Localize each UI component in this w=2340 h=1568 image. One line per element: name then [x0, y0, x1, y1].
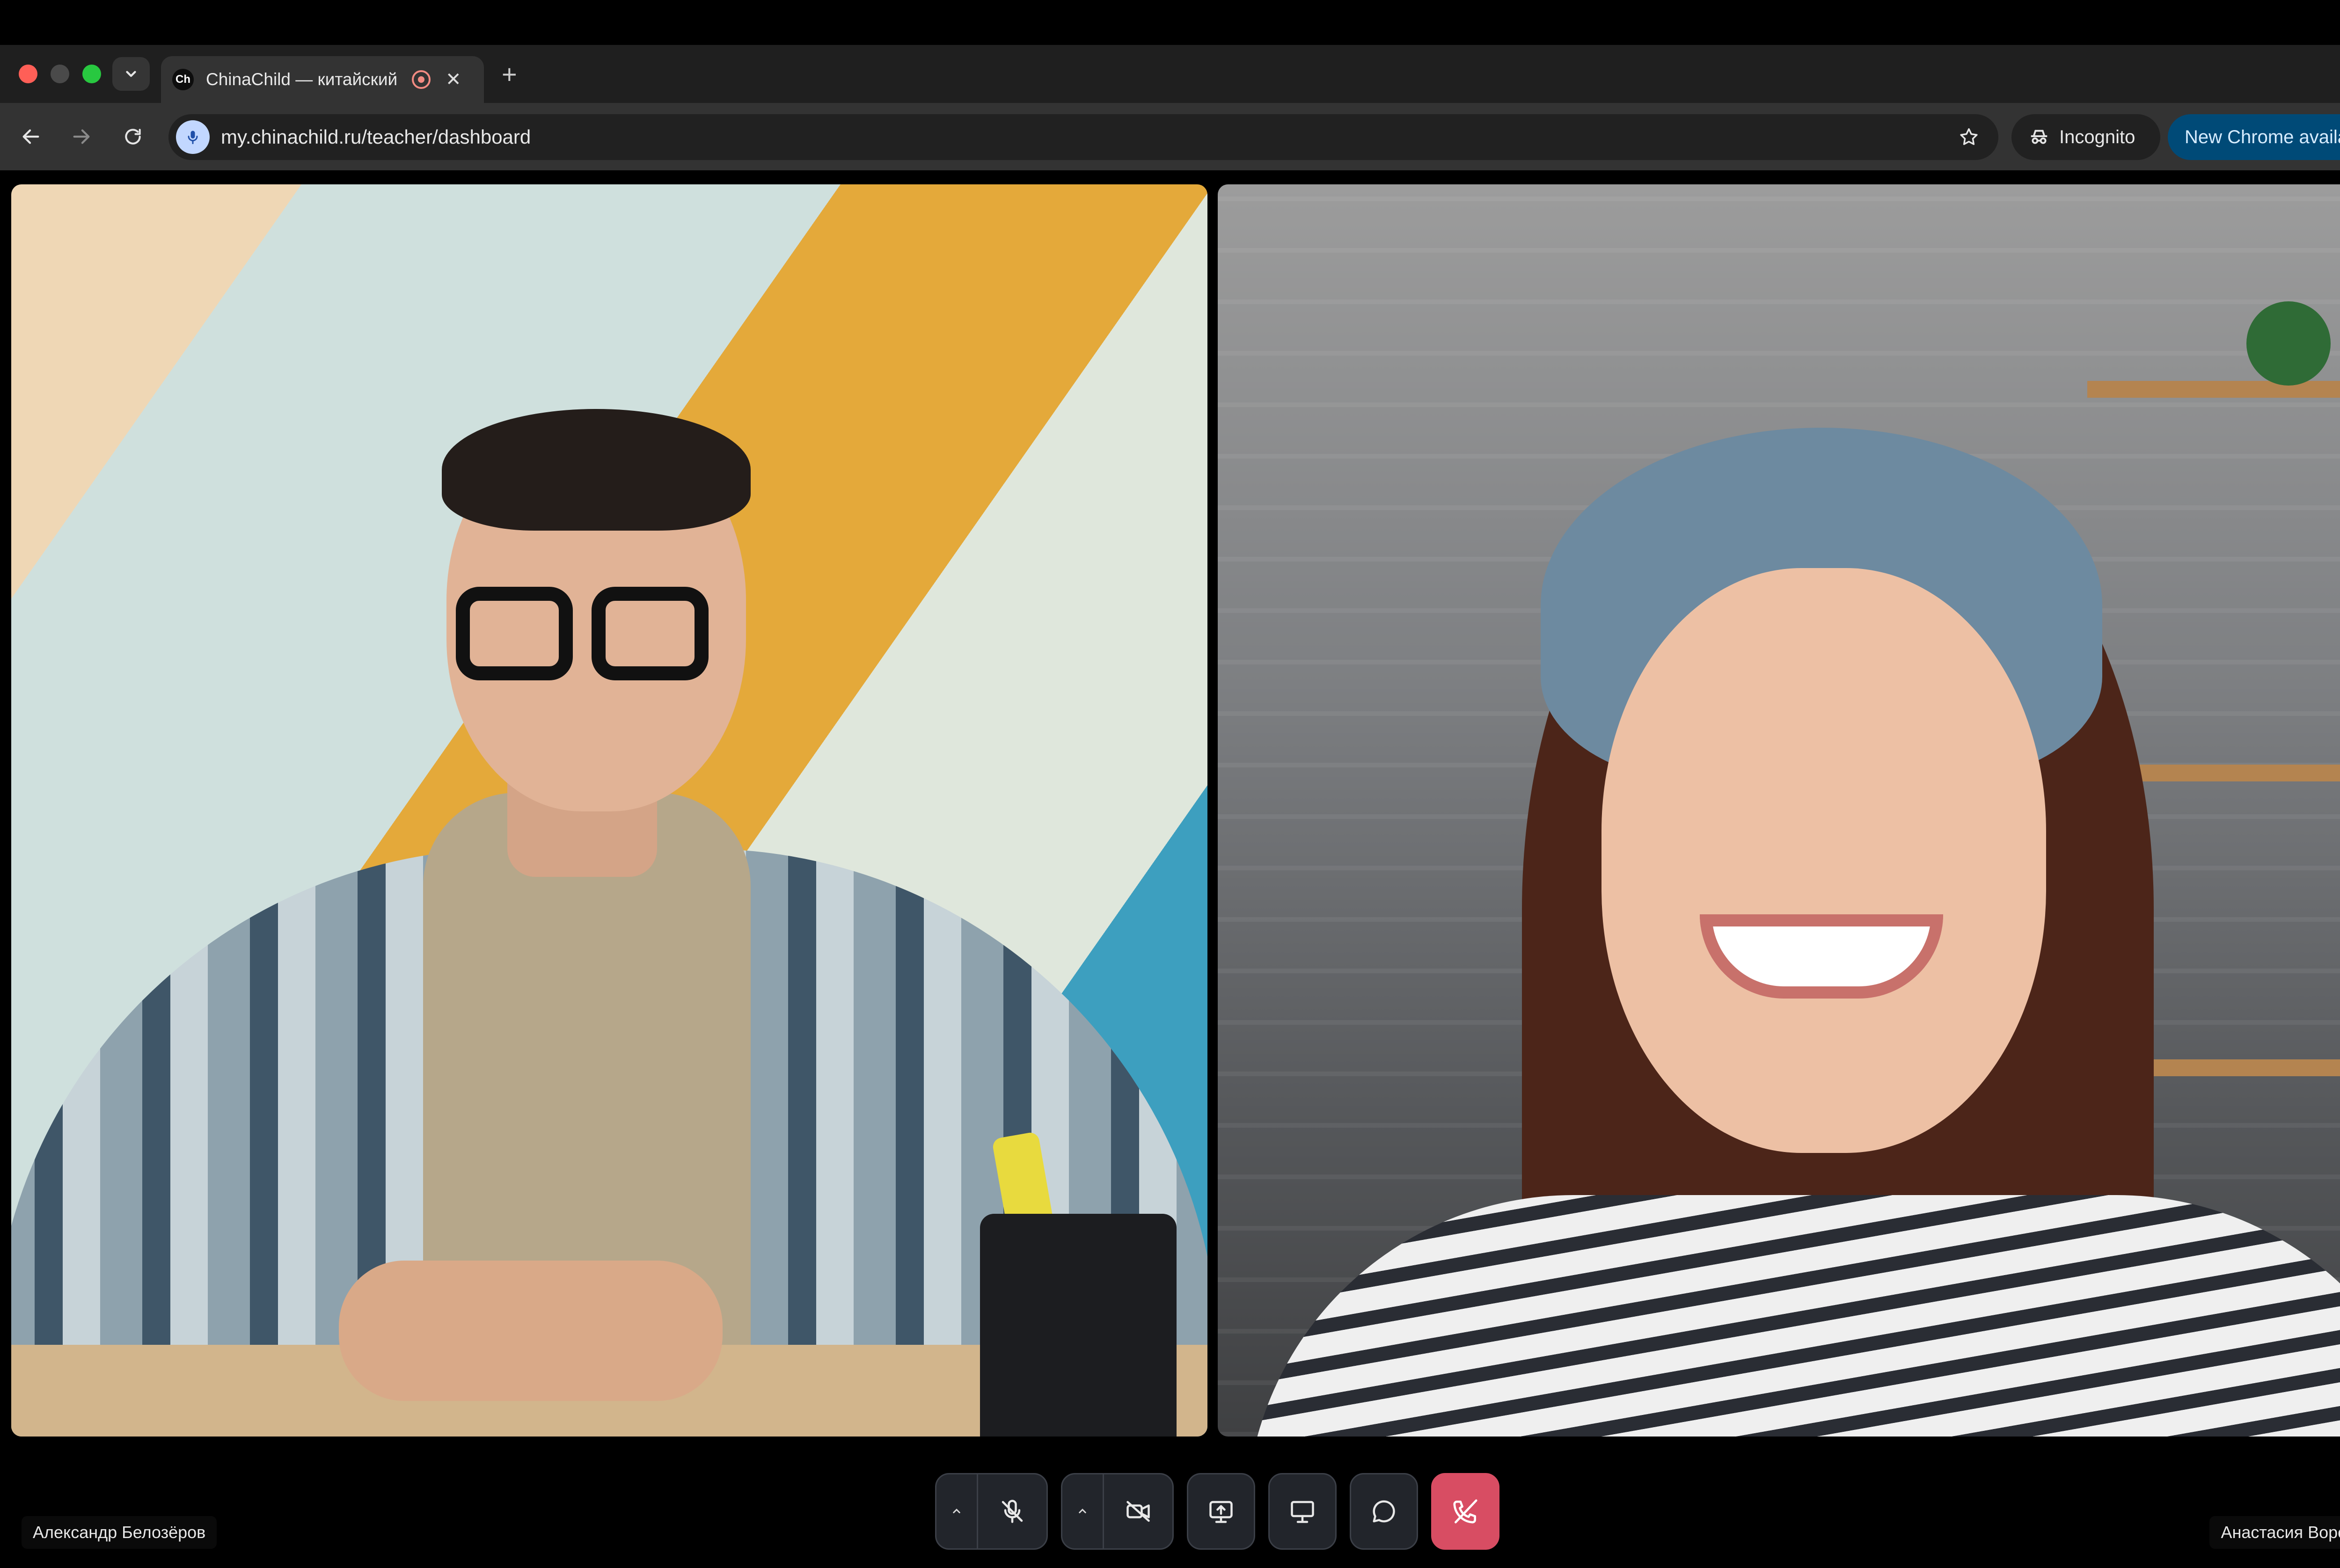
window-close-button[interactable] [19, 65, 37, 83]
mute-microphone-button[interactable] [978, 1474, 1046, 1548]
new-tab-icon[interactable]: + [502, 59, 517, 89]
chevron-down-icon [126, 71, 136, 77]
chevron-up-icon [953, 1509, 960, 1513]
tab-title: ChinaChild — китайский [206, 70, 398, 89]
system-menu-bar [0, 0, 2340, 45]
bookmark-star-icon[interactable] [1958, 126, 1980, 148]
back-arrow-icon [22, 129, 39, 144]
forward-arrow-icon [73, 129, 90, 144]
glasses-right-lens [592, 587, 709, 680]
tab-strip: Ch ChinaChild — китайский ✕ + [0, 45, 2340, 103]
microphone-control-group [935, 1473, 1048, 1550]
shelf-top [2087, 381, 2340, 398]
window-zoom-button[interactable] [82, 65, 101, 83]
call-controls [935, 1473, 1499, 1550]
tab-search-button[interactable] [112, 57, 150, 91]
forward-button[interactable] [67, 123, 95, 151]
window-minimize-button[interactable] [51, 65, 69, 83]
camera-off-icon [1126, 1501, 1150, 1522]
back-button[interactable] [17, 123, 45, 151]
video-call-area [0, 170, 2340, 1568]
incognito-button[interactable]: Incognito [2011, 114, 2160, 160]
chevron-up-icon [1079, 1509, 1086, 1513]
screen-share-icon [1209, 1501, 1233, 1523]
microphone-options-button[interactable] [936, 1474, 978, 1548]
url-text[interactable]: my.chinachild.ru/teacher/dashboard [221, 126, 1958, 148]
reload-icon [125, 129, 141, 145]
toggle-camera-button[interactable] [1104, 1474, 1172, 1548]
participant-video-teacher [11, 184, 1207, 1437]
update-label: New Chrome available [2185, 126, 2340, 147]
site-info-button[interactable] [176, 120, 210, 154]
chrome-update-button[interactable]: New Chrome available [2168, 114, 2340, 160]
tab-close-icon[interactable]: ✕ [446, 69, 461, 90]
whiteboard-button[interactable] [1268, 1473, 1337, 1550]
end-call-button[interactable] [1431, 1473, 1499, 1550]
incognito-icon [2031, 130, 2048, 144]
screen-share-button[interactable] [1187, 1473, 1255, 1550]
camera-options-button[interactable] [1062, 1474, 1104, 1548]
microphone-icon [188, 131, 198, 144]
incognito-label: Incognito [2059, 126, 2135, 147]
striped-sweater [1246, 1195, 2340, 1437]
chat-icon [1373, 1500, 1395, 1523]
participant-video-student [1218, 184, 2340, 1437]
hang-up-icon [1453, 1499, 1477, 1524]
person-hair [442, 409, 751, 531]
whiteboard-icon [1291, 1501, 1314, 1523]
reload-button[interactable] [119, 123, 147, 151]
recording-icon [412, 70, 431, 89]
glasses-left-lens [456, 587, 573, 680]
person-hands [339, 1261, 723, 1401]
mic-off-icon [1002, 1500, 1023, 1523]
favicon: Ch [172, 69, 194, 90]
browser-tab-active[interactable]: Ch ChinaChild — китайский ✕ [161, 56, 484, 103]
browser-toolbar: my.chinachild.ru/teacher/dashboard Incog… [0, 103, 2340, 170]
address-bar[interactable]: my.chinachild.ru/teacher/dashboard [168, 114, 1998, 160]
camera-control-group [1061, 1473, 1174, 1550]
person-face [1601, 568, 2046, 1153]
plant [2246, 301, 2331, 386]
pen-cup [980, 1214, 1177, 1437]
participant-name-right: Анастасия Воронцова [2209, 1516, 2340, 1549]
chat-button[interactable] [1350, 1473, 1418, 1550]
participant-name-left: Александр Белозёров [22, 1516, 217, 1549]
